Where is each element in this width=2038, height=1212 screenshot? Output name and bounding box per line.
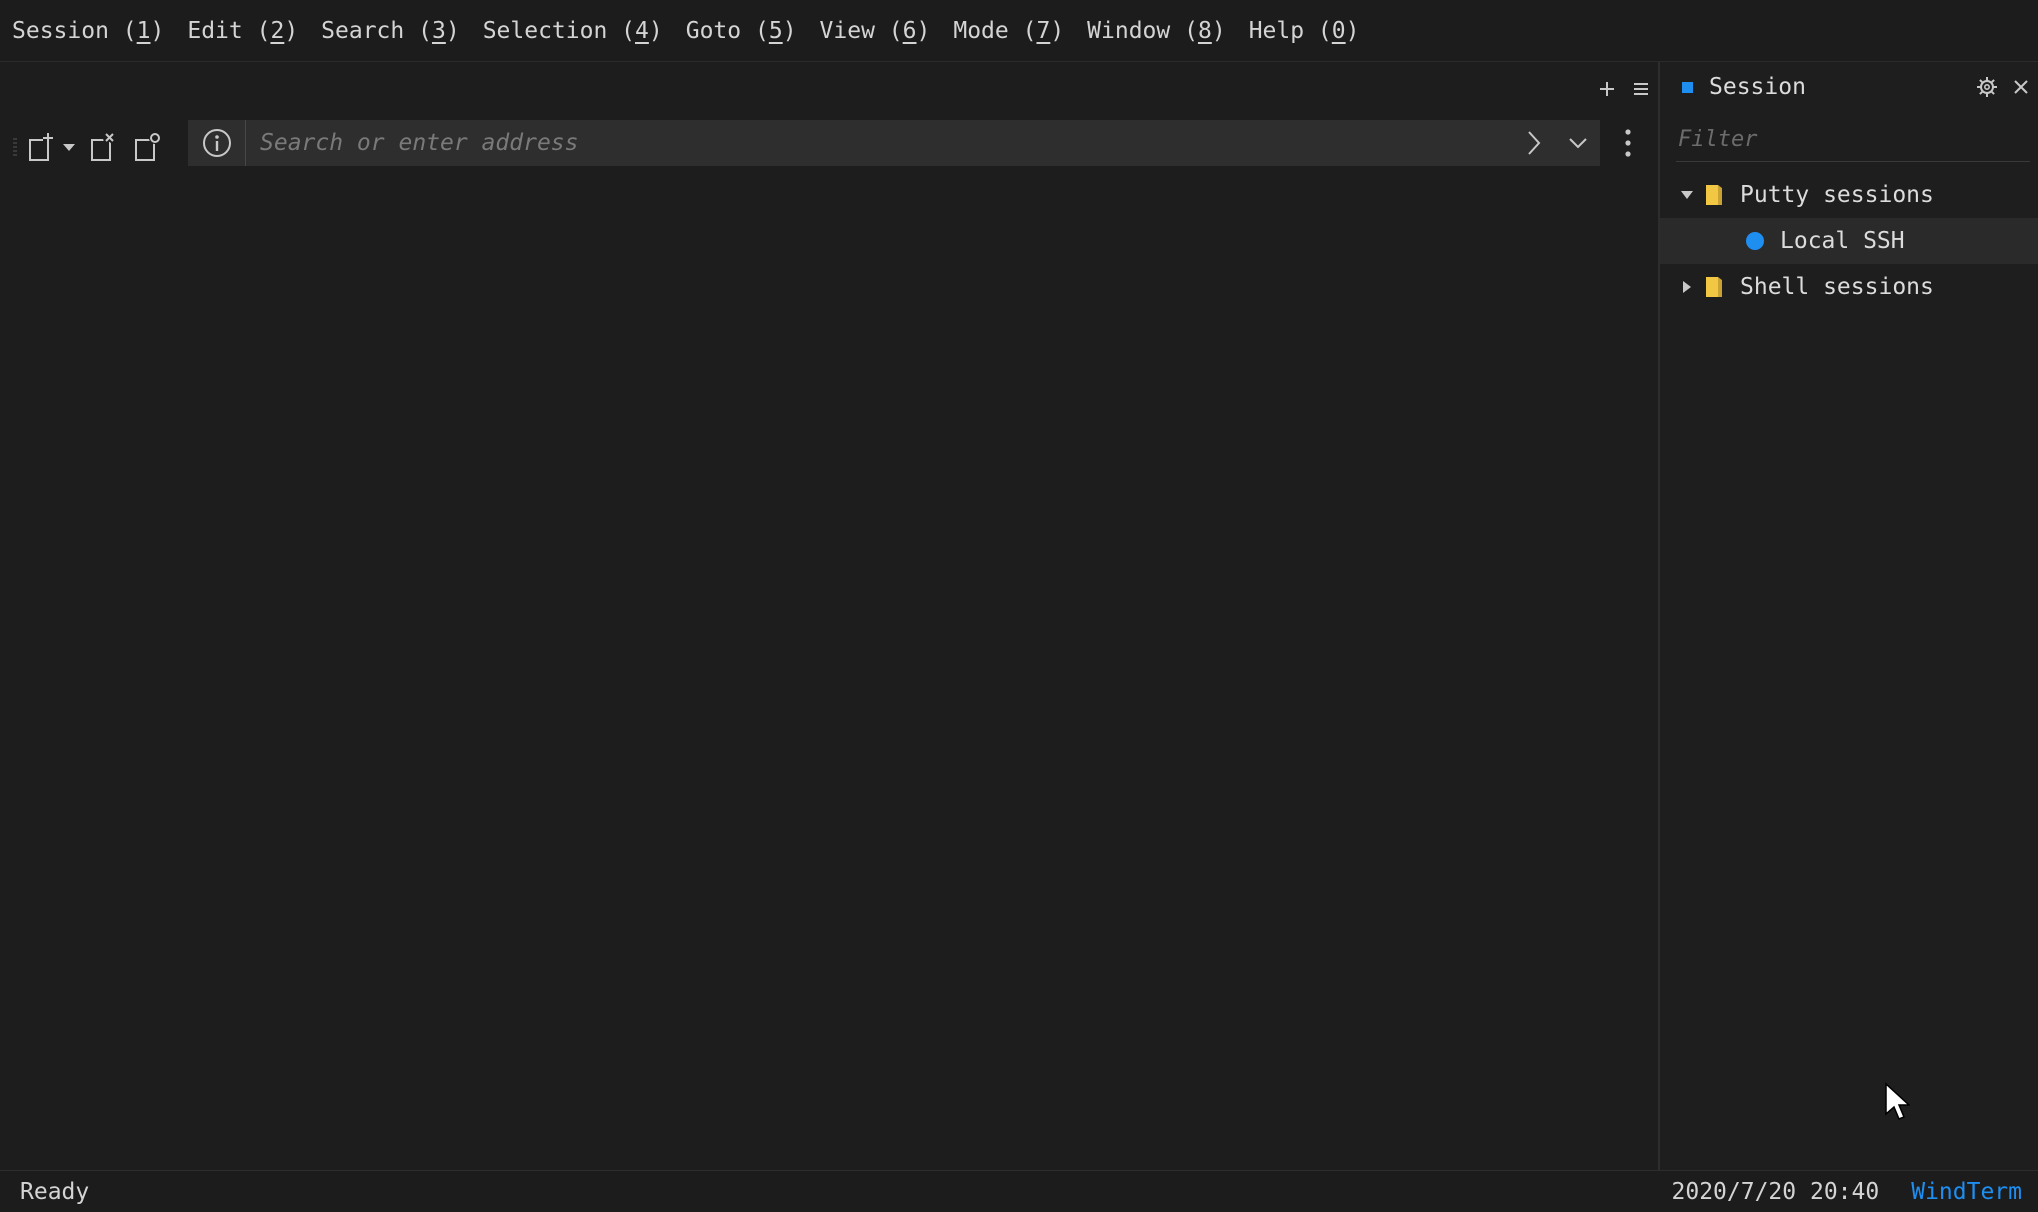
close-session-icon[interactable] xyxy=(82,125,126,169)
toolbar-grip-icon[interactable] xyxy=(10,133,20,161)
more-vertical-icon[interactable] xyxy=(1608,120,1648,166)
status-datetime: 2020/7/20 20:40 xyxy=(1671,1178,1880,1205)
mouse-cursor-icon xyxy=(1884,1082,1911,1126)
menu-help[interactable]: Help (0) xyxy=(1249,18,1360,44)
tree-folder-label: Putty sessions xyxy=(1740,182,1934,208)
collapsed-arrow-icon[interactable] xyxy=(1672,280,1702,294)
pane-actions xyxy=(1590,72,1658,106)
hamburger-menu-icon[interactable] xyxy=(1624,72,1658,106)
tree-item-local-ssh[interactable]: Local SSH xyxy=(1660,218,2038,264)
folder-icon xyxy=(1704,275,1724,299)
expanded-arrow-icon[interactable] xyxy=(1672,190,1702,200)
address-toolbar xyxy=(0,120,1658,174)
address-bar xyxy=(188,120,1600,166)
dropdown-arrow-icon[interactable] xyxy=(56,125,82,169)
session-tree: Putty sessions Local SSH Shell sessions xyxy=(1660,172,2038,310)
tree-item-label: Local SSH xyxy=(1780,228,1905,254)
menu-goto[interactable]: Goto (5) xyxy=(686,18,797,44)
chevron-down-icon[interactable] xyxy=(1556,120,1600,166)
session-panel-title: Session xyxy=(1709,74,1806,100)
go-arrow-icon[interactable] xyxy=(1512,120,1556,166)
menu-search[interactable]: Search (3) xyxy=(321,18,460,44)
close-icon[interactable] xyxy=(2004,70,2038,104)
brand-link[interactable]: WindTerm xyxy=(1911,1179,2022,1205)
duplicate-session-icon[interactable] xyxy=(126,125,170,169)
menu-bar: Session (1) Edit (2) Search (3) Selectio… xyxy=(0,0,2038,62)
gear-icon[interactable] xyxy=(1970,70,2004,104)
status-bar: Ready 2020/7/20 20:40 WindTerm xyxy=(0,1170,2038,1212)
menu-view[interactable]: View (6) xyxy=(820,18,931,44)
info-icon[interactable] xyxy=(188,120,246,166)
tree-folder-label: Shell sessions xyxy=(1740,274,1934,300)
menu-window[interactable]: Window (8) xyxy=(1087,18,1226,44)
folder-icon xyxy=(1704,183,1724,207)
address-input[interactable] xyxy=(246,120,1512,166)
tree-folder-putty-sessions[interactable]: Putty sessions xyxy=(1660,172,2038,218)
menu-mode[interactable]: Mode (7) xyxy=(953,18,1064,44)
tree-folder-shell-sessions[interactable]: Shell sessions xyxy=(1660,264,2038,310)
plus-icon[interactable] xyxy=(1590,72,1624,106)
filter-input[interactable] xyxy=(1676,126,2030,153)
panel-marker-icon xyxy=(1682,81,1693,93)
session-panel: Session Putty sessions Local SSH xyxy=(1658,62,2038,1170)
filter-box xyxy=(1676,118,2030,162)
main-pane xyxy=(0,62,1658,1170)
menu-edit[interactable]: Edit (2) xyxy=(187,18,298,44)
menu-selection[interactable]: Selection (4) xyxy=(483,18,663,44)
session-dot-icon xyxy=(1746,232,1764,250)
session-panel-header: Session xyxy=(1660,62,2038,112)
status-text: Ready xyxy=(20,1178,90,1205)
menu-session[interactable]: Session (1) xyxy=(12,18,164,44)
